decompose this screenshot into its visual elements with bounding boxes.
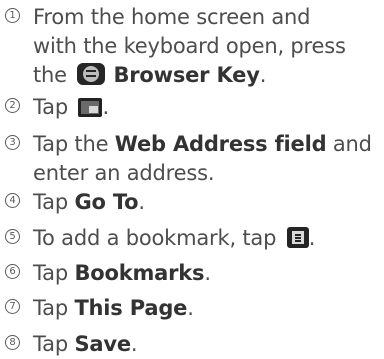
step-line: with the keyboard open, press (33, 32, 381, 61)
step-number: 1 (5, 8, 20, 23)
step-line: Tap . (33, 93, 381, 122)
step-text: Tap Bookmarks. (33, 259, 381, 288)
step-line: the Browser Key. (33, 61, 381, 90)
step-text: Tap . (33, 93, 381, 122)
step-number: 8 (5, 335, 20, 350)
step-text: Tap Save. (33, 330, 381, 359)
step-text: Tap Go To. (33, 188, 381, 217)
step-text-segment: Tap (33, 95, 75, 119)
step-line: To add a bookmark, tap . (33, 224, 381, 253)
step-emphasis: Web Address field (114, 132, 327, 156)
step-number: 3 (5, 135, 20, 150)
step-number: 4 (5, 193, 20, 208)
step-text-segment: . (308, 226, 316, 250)
step-emphasis: Browser Key (106, 63, 260, 87)
step-text: Tap This Page. (33, 294, 381, 323)
step-text-segment: . (259, 63, 267, 87)
window-icon (78, 98, 103, 117)
step-line: Tap the Web Address field and (33, 130, 381, 159)
step-line: From the home screen and (33, 3, 381, 32)
step-line: Tap This Page. (33, 294, 381, 323)
step-text-segment: the (33, 63, 74, 87)
step-text: To add a bookmark, tap . (33, 224, 381, 253)
step-text-segment: Tap the (33, 132, 115, 156)
step-emphasis: Bookmarks (74, 261, 205, 285)
step-text-segment: Tap (33, 261, 75, 285)
menu-icon (286, 227, 309, 248)
step-text-segment: . (187, 296, 194, 320)
step-number: 6 (5, 264, 20, 279)
step-emphasis: Go To (74, 190, 139, 214)
step-text-segment: Tap (33, 190, 75, 214)
step-text-segment: enter an address. (33, 161, 215, 185)
step-line: Tap Save. (33, 330, 381, 359)
step-number: 7 (5, 299, 20, 314)
step-text-segment: with the keyboard open, press (33, 34, 346, 58)
browser-key-icon (77, 63, 106, 85)
step-text-segment: . (130, 332, 138, 356)
step-number: 5 (5, 229, 20, 244)
step-text-segment: From the home screen and (33, 5, 311, 29)
step-text-segment: Tap (33, 296, 75, 320)
step-text: From the home screen and with the keyboar… (33, 3, 381, 90)
step-text-segment: To add a bookmark, tap (33, 226, 283, 250)
step-text-segment: Tap (33, 332, 75, 356)
step-emphasis: This Page (74, 296, 188, 320)
step-text-segment: . (102, 95, 109, 119)
step-line: Tap Bookmarks. (33, 259, 381, 288)
step-emphasis: Save (74, 332, 131, 356)
step-text-segment: . (138, 190, 145, 214)
step-number: 2 (5, 98, 20, 113)
step-text: Tap the Web Address field and enter an ad… (33, 130, 381, 188)
step-line: Tap Go To. (33, 188, 381, 217)
step-text-segment: and (326, 132, 372, 156)
step-text-segment: . (204, 261, 211, 285)
step-line: enter an address. (33, 159, 381, 188)
